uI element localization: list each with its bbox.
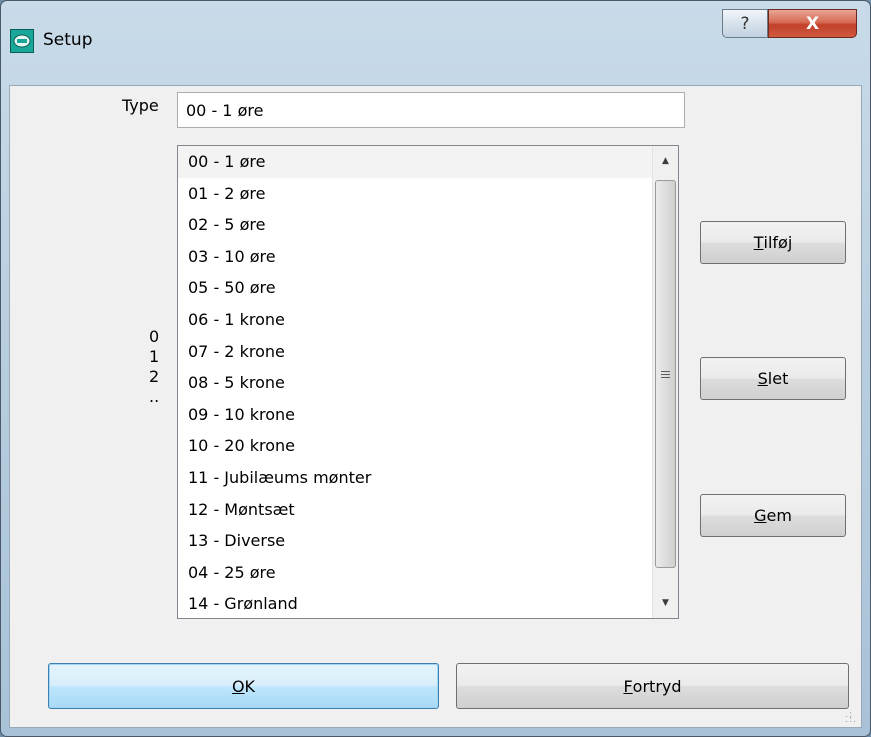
help-button[interactable]: ? — [722, 9, 768, 38]
title-bar[interactable]: Setup ? X — [1, 1, 870, 85]
scroll-up-arrow-icon[interactable]: ▲ — [653, 148, 678, 174]
cancel-button[interactable]: Fortryd — [456, 663, 849, 709]
type-input[interactable] — [177, 92, 685, 128]
type-label: Type — [122, 96, 159, 115]
list-item[interactable]: 04 - 25 øre — [178, 557, 652, 589]
window-title: Setup — [43, 30, 93, 50]
list-items-container: 00 - 1 øre 01 - 2 øre 02 - 5 øre 03 - 10 ør… — [178, 146, 652, 618]
resize-grip-icon[interactable]: .:.:. — [845, 711, 857, 725]
help-icon: ? — [740, 13, 750, 34]
list-item[interactable]: 07 - 2 krone — [178, 336, 652, 368]
side-number: 1 — [149, 347, 160, 366]
scrollbar-thumb[interactable] — [655, 180, 676, 568]
add-button[interactable]: Tilføj — [700, 221, 846, 264]
dialog-body: Type 00 - 1 øre01 - 2 øre02 - 5 øre03 - … — [9, 85, 862, 728]
vertical-scrollbar[interactable]: ▲ ▼ — [652, 146, 678, 618]
close-button[interactable]: X — [768, 9, 857, 38]
scroll-down-arrow-icon[interactable]: ▼ — [653, 590, 678, 616]
side-number: 2 — [149, 367, 160, 386]
grip-icon — [661, 370, 670, 378]
list-item[interactable]: 10 - 20 krone — [178, 430, 652, 462]
list-item[interactable]: 09 - 10 krone — [178, 399, 652, 431]
list-item[interactable]: 01 - 2 øre — [178, 178, 652, 210]
list-item[interactable]: 06 - 1 krone — [178, 304, 652, 336]
list-item[interactable]: 05 - 50 øre — [178, 272, 652, 304]
coin-type-list[interactable]: 00 - 1 øre 01 - 2 øre 02 - 5 øre 03 - 10 ør… — [177, 145, 679, 619]
ok-button[interactable]: OK — [48, 663, 439, 709]
close-icon: X — [805, 13, 820, 34]
list-item[interactable]: 11 - Jubilæums mønter — [178, 462, 652, 494]
setup-dialog: Setup ? X Type 00 - 1 øre01 - 2 øre02 - … — [0, 0, 871, 737]
list-item[interactable]: 03 - 10 øre — [178, 241, 652, 273]
save-button[interactable]: Gem — [700, 494, 846, 537]
side-number: 0 — [149, 327, 160, 346]
app-icon — [10, 29, 34, 53]
list-item[interactable]: 13 - Diverse — [178, 525, 652, 557]
list-item[interactable]: 00 - 1 øre — [178, 146, 652, 178]
list-item[interactable]: 14 - Grønland — [178, 588, 652, 618]
delete-button[interactable]: Slet — [700, 357, 846, 400]
side-number: .. — [149, 387, 160, 406]
list-item[interactable]: 02 - 5 øre — [178, 209, 652, 241]
side-numbers: 0 1 2.. — [149, 327, 159, 407]
list-item[interactable]: 08 - 5 krone — [178, 367, 652, 399]
list-item[interactable]: 12 - Møntsæt — [178, 494, 652, 526]
